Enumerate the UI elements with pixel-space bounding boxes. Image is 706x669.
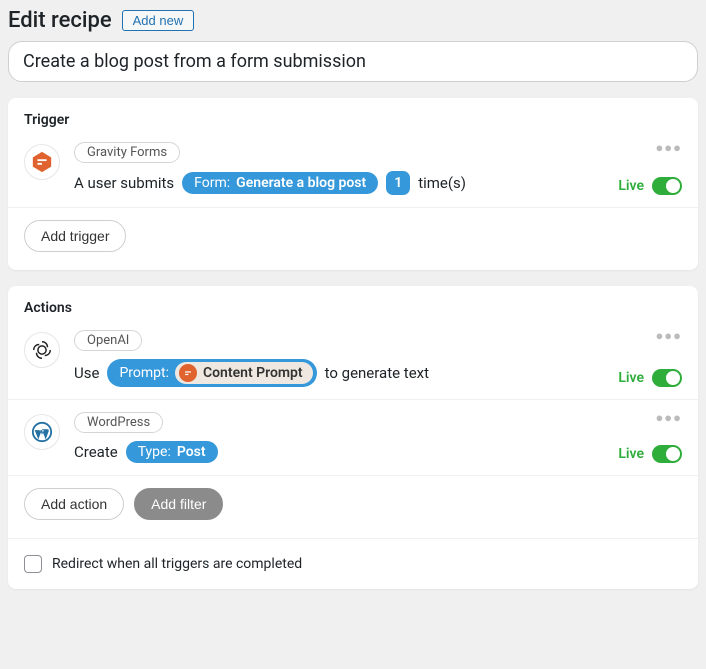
- page-title: Edit recipe: [8, 8, 112, 33]
- live-label: Live: [618, 178, 644, 194]
- integration-tag[interactable]: WordPress: [74, 412, 163, 433]
- sentence-text: to generate text: [325, 364, 429, 382]
- redirect-row: Redirect when all triggers are completed: [8, 538, 698, 589]
- live-toggle[interactable]: [652, 177, 682, 195]
- count-pill[interactable]: 1: [386, 171, 410, 195]
- more-icon[interactable]: ●●●: [655, 140, 682, 156]
- trigger-item[interactable]: Gravity Forms A user submits Form: Gener…: [8, 130, 698, 207]
- trigger-section-title: Trigger: [8, 98, 698, 130]
- add-action-button[interactable]: Add action: [24, 488, 124, 520]
- form-pill[interactable]: Form: Generate a blog post: [182, 172, 378, 194]
- live-toggle[interactable]: [652, 369, 682, 387]
- actions-section-title: Actions: [8, 286, 698, 318]
- page-header: Edit recipe Add new: [8, 8, 698, 33]
- action-sentence: Create Type: Post: [74, 441, 682, 463]
- add-trigger-button[interactable]: Add trigger: [24, 220, 126, 252]
- action-body: WordPress Create Type: Post: [74, 412, 682, 463]
- more-icon[interactable]: ●●●: [655, 328, 682, 344]
- gravity-forms-icon: [179, 364, 197, 382]
- type-pill[interactable]: Type: Post: [126, 441, 218, 463]
- action-sentence: Use Prompt: Content Prompt to generate t…: [74, 359, 682, 387]
- action-body: OpenAI Use Prompt: Content Prompt to gen…: [74, 330, 682, 387]
- pill-inner-value: Content Prompt: [203, 365, 303, 381]
- more-icon[interactable]: ●●●: [655, 410, 682, 426]
- trigger-sentence: A user submits Form: Generate a blog pos…: [74, 171, 682, 195]
- status-row: Live: [618, 369, 682, 387]
- sentence-text: Use: [74, 364, 99, 382]
- pill-label: Prompt:: [119, 365, 169, 381]
- gravity-forms-icon: [24, 144, 60, 180]
- actions-card: Actions OpenAI Use Prompt: Content Promp…: [8, 286, 698, 589]
- add-filter-button[interactable]: Add filter: [134, 488, 223, 520]
- pill-label: Type:: [138, 444, 171, 460]
- sentence-text: time(s): [418, 174, 466, 192]
- pill-value: Generate a blog post: [236, 175, 366, 191]
- wordpress-icon: [24, 414, 60, 450]
- openai-icon: [24, 332, 60, 368]
- pill-value: Post: [177, 444, 206, 460]
- live-label: Live: [618, 446, 644, 462]
- integration-tag[interactable]: OpenAI: [74, 330, 142, 351]
- redirect-checkbox[interactable]: [24, 555, 42, 573]
- integration-tag[interactable]: Gravity Forms: [74, 142, 180, 163]
- recipe-title-input[interactable]: [8, 41, 698, 82]
- action-item[interactable]: WordPress Create Type: Post ●●● Live: [8, 400, 698, 475]
- prompt-pill[interactable]: Prompt: Content Prompt: [107, 359, 316, 387]
- live-label: Live: [618, 370, 644, 386]
- sentence-text: Create: [74, 443, 118, 461]
- sentence-text: A user submits: [74, 174, 174, 192]
- trigger-card: Trigger Gravity Forms A user submits For…: [8, 98, 698, 270]
- redirect-label: Redirect when all triggers are completed: [52, 556, 302, 572]
- pill-label: Form:: [194, 175, 230, 191]
- status-row: Live: [618, 445, 682, 463]
- pill-inner: Content Prompt: [175, 362, 313, 384]
- live-toggle[interactable]: [652, 445, 682, 463]
- action-item[interactable]: OpenAI Use Prompt: Content Prompt to gen…: [8, 318, 698, 399]
- add-new-button[interactable]: Add new: [122, 10, 195, 31]
- trigger-body: Gravity Forms A user submits Form: Gener…: [74, 142, 682, 195]
- status-row: Live: [618, 177, 682, 195]
